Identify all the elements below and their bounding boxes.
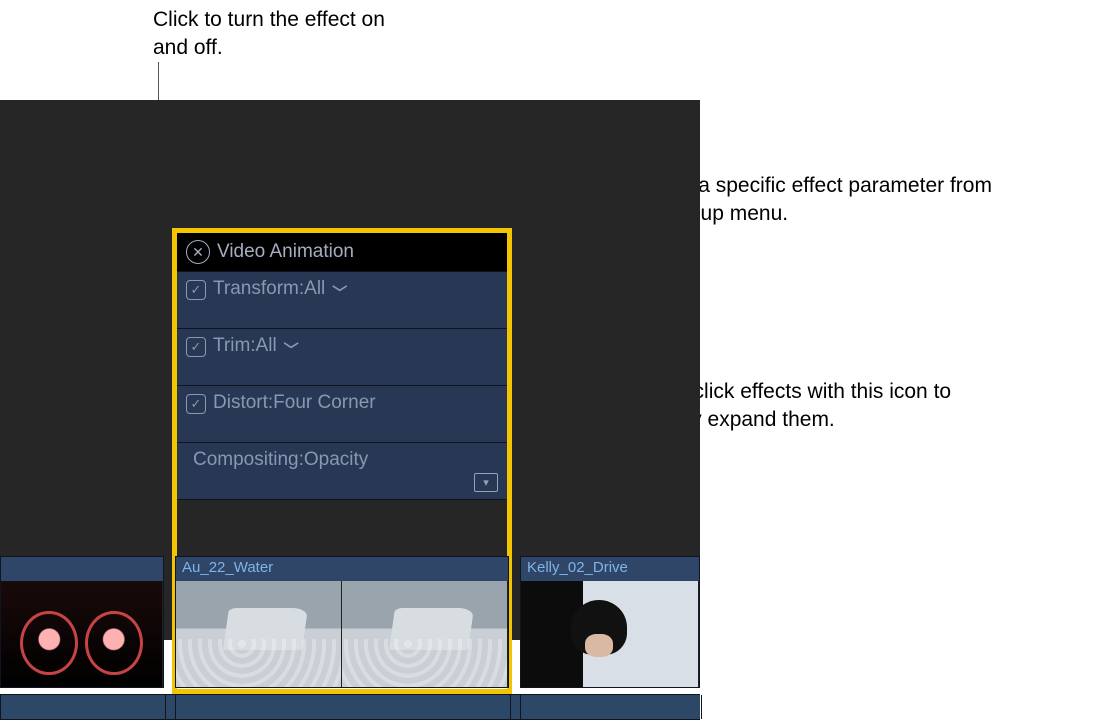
effect-toggle-checkbox[interactable] — [186, 394, 206, 414]
effect-label: Distort:Four Corner — [213, 392, 376, 414]
timeline-clip[interactable] — [0, 556, 164, 688]
timeline-area: Video Animation Transform:All Trim:All D… — [0, 100, 700, 640]
callout-toggle-effect: Click to turn the effect on and off. — [153, 6, 393, 61]
timeline-clip-strip: Au_22_Water Kelly_02_Drive — [0, 556, 700, 688]
effect-label: Trim:All — [213, 335, 277, 357]
video-animation-header: Video Animation — [177, 233, 507, 271]
timeline-clip[interactable]: Kelly_02_Drive — [520, 556, 700, 688]
timeline-clip[interactable]: Au_22_Water — [175, 556, 509, 688]
clip-thumbnail — [342, 581, 508, 687]
effect-row-transform[interactable]: Transform:All — [177, 271, 507, 329]
effect-row-distort[interactable]: Distort:Four Corner — [177, 385, 507, 443]
chevron-down-icon[interactable] — [284, 339, 299, 360]
clip-thumbnail — [1, 581, 163, 687]
clip-label — [1, 557, 163, 583]
effect-label: Transform:All — [213, 278, 325, 300]
clip-label: Au_22_Water — [176, 557, 508, 583]
clip-thumbnail — [176, 581, 342, 687]
chevron-down-icon[interactable] — [332, 282, 347, 303]
effect-toggle-checkbox[interactable] — [186, 280, 206, 300]
expand-icon[interactable] — [474, 473, 498, 492]
effect-row-trim[interactable]: Trim:All — [177, 328, 507, 386]
clip-label: Kelly_02_Drive — [521, 557, 699, 583]
panel-title: Video Animation — [217, 241, 354, 263]
timeline-audio-lane — [0, 694, 700, 720]
close-icon[interactable] — [186, 240, 210, 264]
clip-thumbnail — [521, 581, 699, 687]
effect-toggle-checkbox[interactable] — [186, 337, 206, 357]
effect-label: Compositing:Opacity — [193, 449, 368, 471]
effect-row-compositing[interactable]: Compositing:Opacity — [177, 442, 507, 500]
